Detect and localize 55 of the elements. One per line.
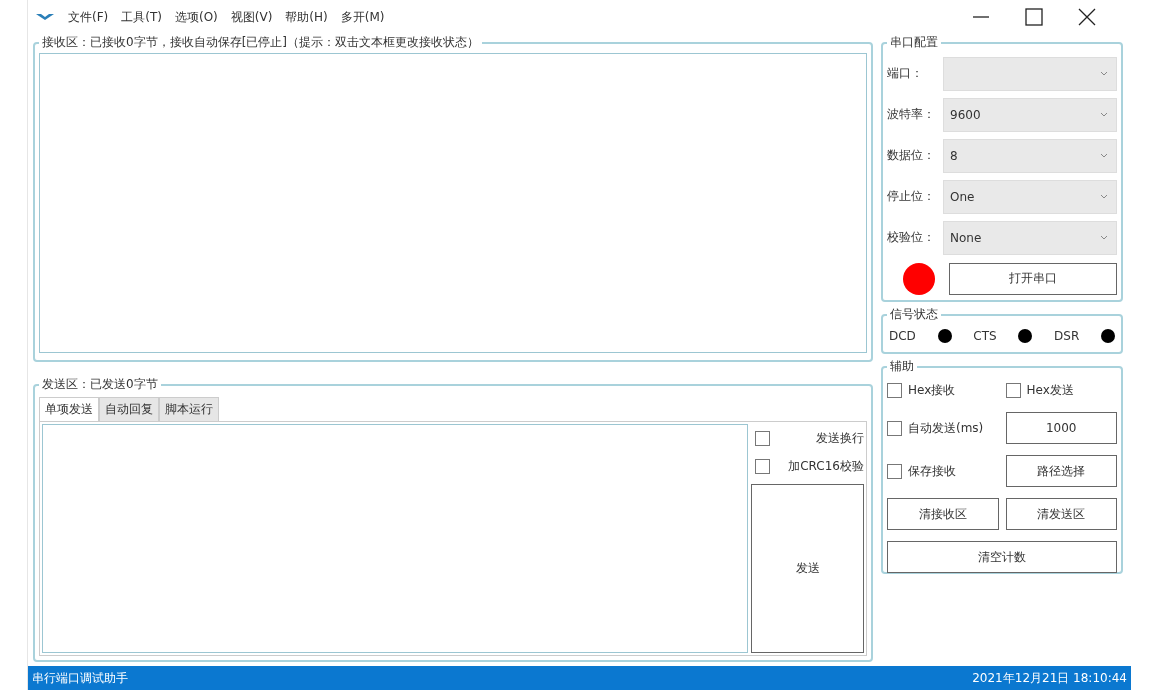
open-port-button[interactable]: 打开串口 [949, 262, 1117, 295]
app-logo-icon [36, 13, 54, 21]
field-label: 数据位： [887, 147, 936, 164]
caret-icon [1100, 71, 1108, 76]
tab[interactable]: 自动回复 [99, 397, 159, 421]
checkbox[interactable] [887, 463, 902, 479]
dropdown[interactable]: One [943, 179, 1117, 214]
caret-icon [1100, 153, 1108, 158]
checkbox-label: 自动发送(ms) [908, 419, 984, 437]
checkbox[interactable] [755, 430, 770, 446]
field-label: 停止位： [887, 188, 936, 205]
send-group-title: 发送区：已发送0字节 [41, 376, 159, 393]
field-label: 校验位： [887, 229, 936, 246]
signal-status-title: 信号状态 [889, 306, 939, 323]
status-datetime: 2021年12月21日 18:10:44 [972, 669, 1127, 687]
dropdown[interactable]: 8 [943, 138, 1117, 173]
checkbox-label: Hex发送 [1026, 381, 1074, 399]
menu-item[interactable]: 视图(V) [230, 8, 273, 26]
menu-item[interactable]: 文件(F) [68, 8, 109, 26]
checkbox[interactable] [1005, 382, 1021, 398]
send-button[interactable]: 发送 [751, 484, 864, 653]
tab[interactable]: 单项发送 [39, 397, 99, 421]
menu-item[interactable]: 工具(T) [121, 8, 162, 26]
menu-item[interactable]: 选项(O) [174, 8, 218, 26]
dropdown[interactable]: None [943, 220, 1117, 255]
signal-label: DSR [1054, 329, 1080, 343]
serial-config-title: 串口配置 [889, 34, 939, 51]
path-select-button[interactable]: 路径选择 [1005, 455, 1117, 487]
checkbox[interactable] [755, 458, 770, 474]
field-label: 波特率： [887, 106, 936, 123]
dropdown[interactable]: 9600 [943, 97, 1117, 132]
menu-item[interactable]: 多开(M) [340, 8, 385, 26]
checkbox[interactable] [887, 420, 902, 436]
checkbox-label: 保存接收 [908, 462, 956, 480]
field-label: 端口： [887, 65, 924, 82]
maximize-icon[interactable] [1025, 8, 1043, 26]
clear-send-button[interactable]: 清发送区 [1005, 498, 1117, 530]
caret-icon [1100, 235, 1108, 240]
checkbox[interactable] [887, 382, 902, 398]
caret-icon [1100, 194, 1108, 199]
receive-group-title: 接收区：已接收0字节，接收自动保存[已停止]（提示：双击文本框更改接收状态） [41, 34, 480, 51]
signal-label: CTS [973, 329, 997, 343]
menu-item[interactable]: 帮助(H) [285, 8, 328, 26]
clear-count-button[interactable]: 清空计数 [887, 541, 1117, 573]
auxiliary-title: 辅助 [889, 358, 915, 375]
checkbox-label: 加CRC16校验 [788, 457, 864, 475]
tab[interactable]: 脚本运行 [159, 397, 219, 421]
signal-label: DCD [889, 329, 916, 343]
close-icon[interactable] [1078, 8, 1096, 26]
interval-input-field[interactable]: 1000 [1005, 412, 1117, 444]
checkbox-label: Hex接收 [908, 381, 956, 399]
clear-receive-button[interactable]: 清接收区 [887, 498, 999, 530]
checkbox-label: 发送换行 [816, 429, 864, 447]
caret-icon [1100, 112, 1108, 117]
status-app-name: 串行端口调试助手 [32, 669, 128, 687]
